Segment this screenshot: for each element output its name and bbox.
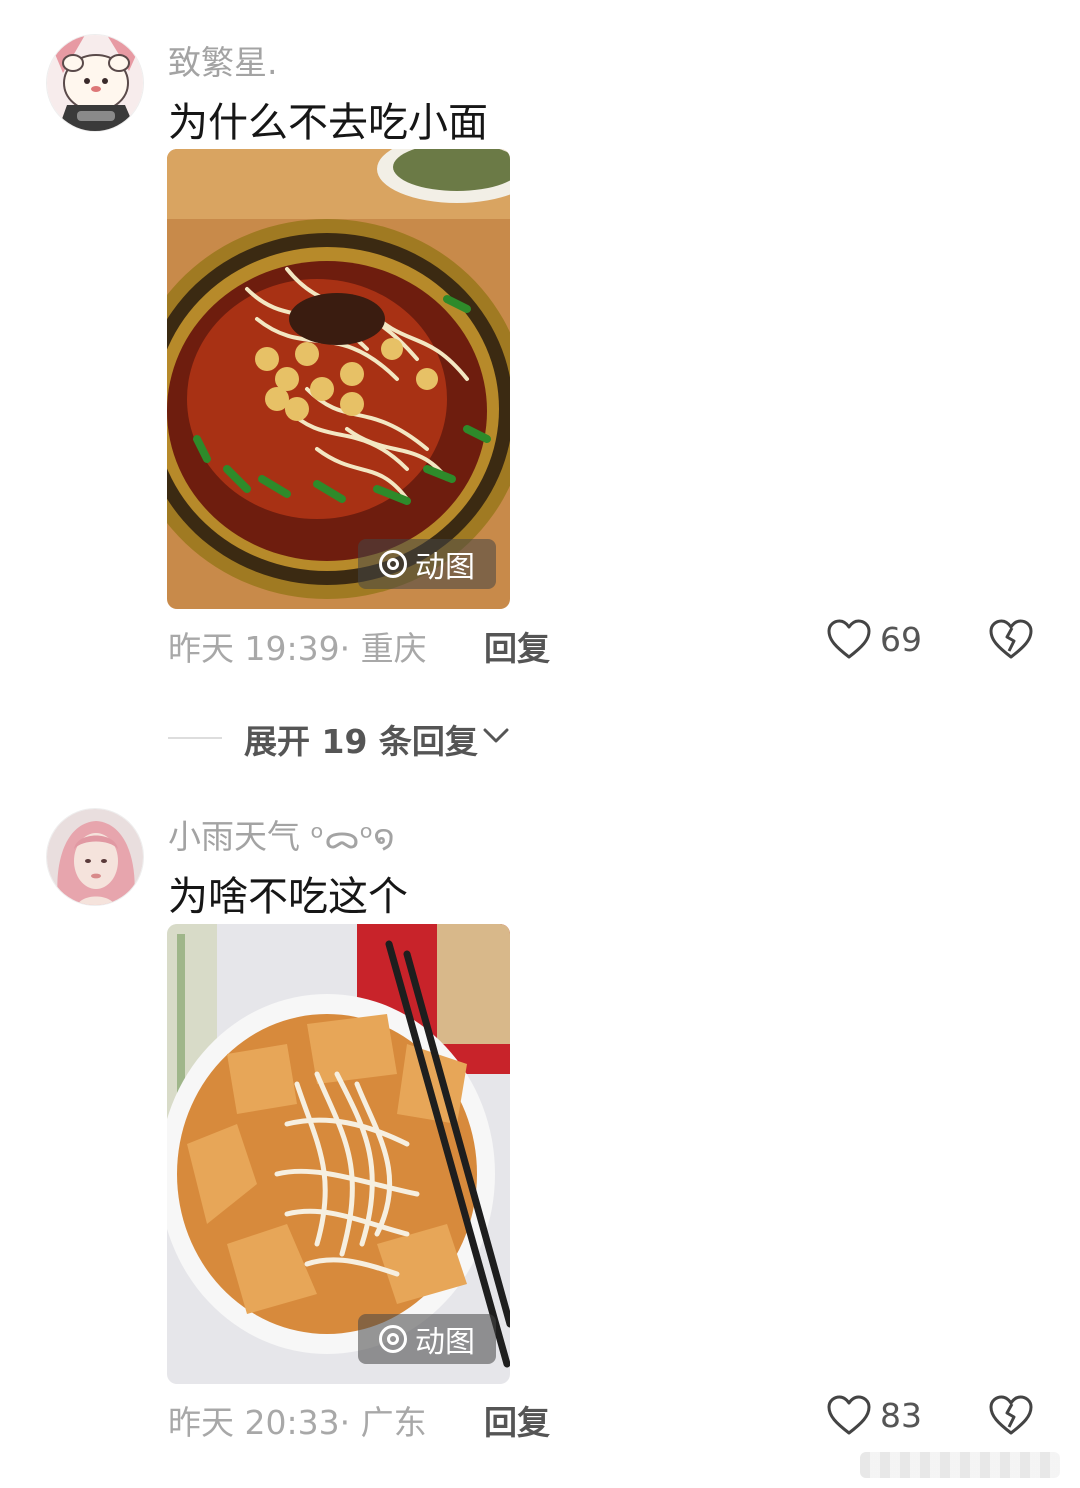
- expand-replies[interactable]: 展开 19 条回复: [0, 715, 1080, 761]
- like-button[interactable]: 83: [826, 1394, 922, 1436]
- broken-heart-icon: [989, 619, 1033, 659]
- broken-heart-icon: [989, 1395, 1033, 1435]
- avatar[interactable]: [46, 808, 144, 906]
- gif-badge: 动图: [358, 1314, 496, 1364]
- dislike-button[interactable]: [988, 618, 1034, 664]
- username[interactable]: 致繁星.: [168, 36, 278, 84]
- animated-image-icon: [379, 1325, 407, 1353]
- animated-image-icon: [379, 550, 407, 578]
- dislike-button[interactable]: [988, 1394, 1034, 1440]
- reply-button[interactable]: 回复: [484, 1396, 550, 1444]
- like-button[interactable]: 69: [826, 618, 922, 660]
- gif-badge-label: 动图: [415, 550, 475, 585]
- comment-image[interactable]: 动图: [167, 924, 510, 1384]
- heart-icon: [827, 1395, 871, 1435]
- comment-image[interactable]: 动图: [167, 149, 510, 609]
- gif-badge: 动图: [358, 539, 496, 589]
- chevron-down-icon: [483, 728, 509, 743]
- comment-time-location: 昨天 19:39· 重庆: [168, 629, 427, 668]
- watermark: [860, 1452, 1060, 1478]
- avatar[interactable]: [46, 34, 144, 132]
- comment-time-location: 昨天 20:33· 广东: [168, 1403, 427, 1442]
- divider: [168, 737, 222, 739]
- comment-list: 致繁星. 为什么不去吃小面 动图 昨天 19:39· 重庆 回复 69 展开 1…: [0, 0, 1080, 1488]
- gif-badge-label: 动图: [415, 1325, 475, 1360]
- username[interactable]: 小雨天气 ᵒᯅᵒ໑: [168, 810, 395, 858]
- reply-button[interactable]: 回复: [484, 622, 550, 670]
- like-count: 83: [880, 1395, 922, 1435]
- comment-text: 为啥不吃这个: [168, 874, 408, 920]
- comment-text: 为什么不去吃小面: [168, 100, 488, 146]
- like-count: 69: [880, 619, 922, 659]
- heart-icon: [827, 619, 871, 659]
- expand-replies-label[interactable]: 展开 19 条回复: [244, 715, 478, 763]
